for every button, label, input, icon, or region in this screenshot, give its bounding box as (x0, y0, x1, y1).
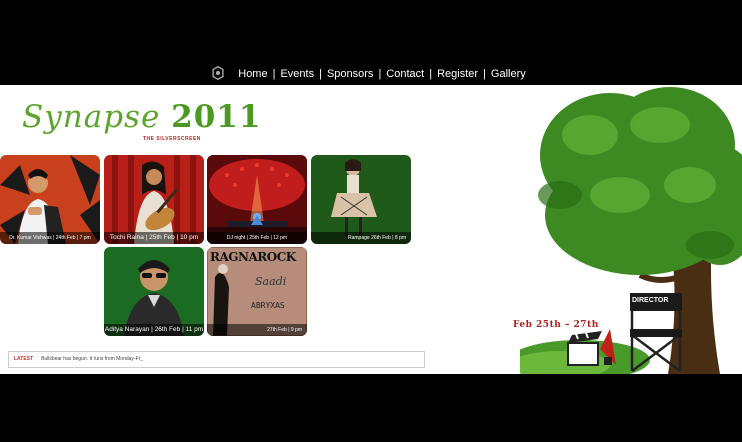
event-photo (104, 155, 204, 244)
event-tile-tochi-raina[interactable]: Tochi Raina | 25th Feb | 10 pm (104, 155, 204, 244)
event-caption: Tochi Raina | 25th Feb | 10 pm (104, 232, 204, 244)
event-caption: Dr. Kumar Vishwas | 24th Feb | 7 pm (0, 232, 100, 244)
poster-band: RAGNAROCK (210, 250, 296, 264)
event-photo (311, 155, 411, 244)
event-caption: 27th Feb | 9 pm (207, 324, 307, 336)
logo-word: Synapse (22, 99, 161, 135)
event-photo (104, 247, 204, 336)
event-caption: DJ night | 25th Feb | 12 pm (207, 232, 307, 244)
event-tile-aditya-narayan[interactable]: Aditya Narayan | 26th Feb | 11 pm (104, 247, 204, 336)
clapperboard-icon (567, 329, 616, 366)
event-tile-dj-night[interactable]: DJ night | 25th Feb | 12 pm (207, 155, 307, 244)
event-caption: Aditya Narayan | 26th Feb | 11 pm (104, 324, 204, 336)
content-area: Synapse 2011 THE SILVERSCREEN Dr. Kumar … (0, 85, 742, 374)
director-chair-label: DIRECTOR (632, 297, 669, 304)
main-nav: Home | Events | Sponsors | Contact | Reg… (0, 64, 742, 84)
event-tile-ragnarock[interactable]: RAGNAROCK Saadi ABRYXAS 27th Feb | 9 pm (207, 247, 307, 336)
event-caption: Rampage 26th Feb | 8 pm (311, 232, 411, 244)
event-tile-kumar-vishwas[interactable]: Dr. Kumar Vishwas | 24th Feb | 7 pm (0, 155, 100, 244)
event-tile-rampage[interactable]: Rampage 26th Feb | 8 pm (311, 155, 411, 244)
festival-dates: Feb 25th – 27th (513, 320, 599, 330)
nav-events[interactable]: Events (275, 68, 319, 80)
event-photo (0, 155, 100, 244)
logo-tagline: THE SILVERSCREEN (143, 136, 201, 142)
logo-year: 2011 (171, 99, 262, 135)
news-ticker: LATEST Bullsbear has begun. It runs from… (8, 351, 425, 368)
event-photo (207, 155, 307, 244)
nav-gallery[interactable]: Gallery (486, 68, 531, 80)
poster-word: Saadi (255, 275, 287, 288)
nav-sponsors[interactable]: Sponsors (322, 68, 378, 80)
nav-home[interactable]: Home (233, 68, 272, 80)
ticker-label: LATEST (14, 356, 34, 362)
poster-band-2: ABRYXAS (251, 301, 285, 310)
site-logo[interactable]: Synapse 2011 (22, 99, 261, 135)
nav-register[interactable]: Register (432, 68, 483, 80)
gear-icon (212, 66, 224, 80)
nav-contact[interactable]: Contact (381, 68, 429, 80)
ticker-message[interactable]: Bullsbear has begun. It runs from Monday… (41, 352, 143, 367)
